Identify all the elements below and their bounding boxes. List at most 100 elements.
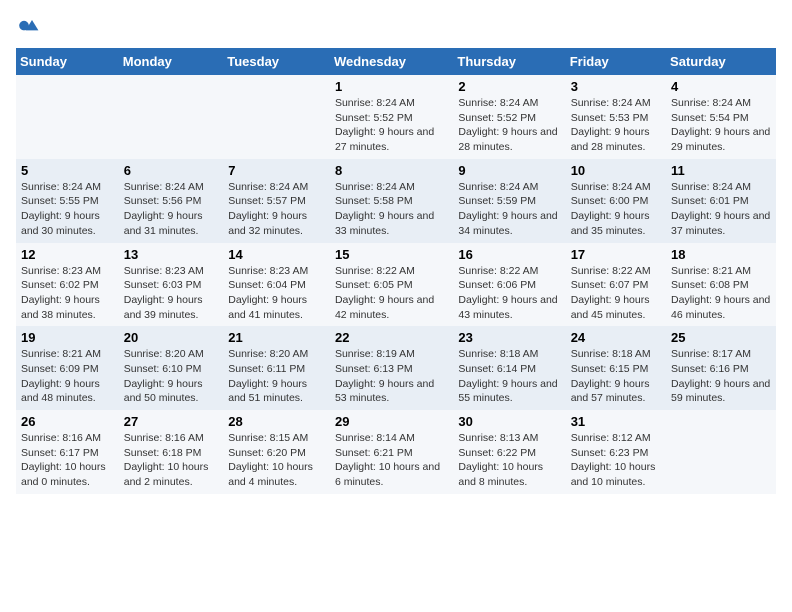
calendar-cell: 10 Sunrise: 8:24 AM Sunset: 6:00 PM Dayli…	[566, 159, 666, 243]
calendar-cell	[119, 75, 224, 159]
cell-content: Sunrise: 8:21 AM Sunset: 6:09 PM Dayligh…	[21, 347, 114, 406]
calendar-cell: 1 Sunrise: 8:24 AM Sunset: 5:52 PM Daylig…	[330, 75, 453, 159]
calendar-week-row: 26Sunrise: 8:16 AM Sunset: 6:17 PM Dayli…	[16, 410, 776, 494]
calendar-cell: 9 Sunrise: 8:24 AM Sunset: 5:59 PM Daylig…	[453, 159, 565, 243]
cell-content: Sunrise: 8:19 AM Sunset: 6:13 PM Dayligh…	[335, 347, 448, 406]
day-number: 12	[21, 247, 114, 262]
cell-content: Sunrise: 8:24 AM Sunset: 5:53 PM Dayligh…	[571, 96, 661, 155]
weekday-header: Saturday	[666, 48, 776, 75]
weekday-header: Sunday	[16, 48, 119, 75]
weekday-header: Wednesday	[330, 48, 453, 75]
day-number: 19	[21, 330, 114, 345]
calendar-body: 1 Sunrise: 8:24 AM Sunset: 5:52 PM Daylig…	[16, 75, 776, 494]
day-number: 8	[335, 163, 448, 178]
cell-content: Sunrise: 8:18 AM Sunset: 6:15 PM Dayligh…	[571, 347, 661, 406]
calendar-cell: 11 Sunrise: 8:24 AM Sunset: 6:01 PM Dayli…	[666, 159, 776, 243]
logo	[16, 16, 42, 40]
day-number: 6	[124, 163, 219, 178]
cell-content: Sunrise: 8:24 AM Sunset: 5:55 PM Dayligh…	[21, 180, 114, 239]
calendar-cell: 12 Sunrise: 8:23 AM Sunset: 6:02 PM Dayli…	[16, 243, 119, 327]
cell-content: Sunrise: 8:20 AM Sunset: 6:10 PM Dayligh…	[124, 347, 219, 406]
calendar-header: SundayMondayTuesdayWednesdayThursdayFrid…	[16, 48, 776, 75]
day-number: 30	[458, 414, 560, 429]
calendar-cell: 5Sunrise: 8:24 AM Sunset: 5:55 PM Daylig…	[16, 159, 119, 243]
weekday-header: Thursday	[453, 48, 565, 75]
calendar-week-row: 19 Sunrise: 8:21 AM Sunset: 6:09 PM Dayli…	[16, 326, 776, 410]
calendar-cell: 28 Sunrise: 8:15 AM Sunset: 6:20 PM Dayli…	[223, 410, 330, 494]
day-number: 11	[671, 163, 771, 178]
day-number: 2	[458, 79, 560, 94]
cell-content: Sunrise: 8:21 AM Sunset: 6:08 PM Dayligh…	[671, 264, 771, 323]
cell-content: Sunrise: 8:18 AM Sunset: 6:14 PM Dayligh…	[458, 347, 560, 406]
calendar-cell: 31Sunrise: 8:12 AM Sunset: 6:23 PM Dayli…	[566, 410, 666, 494]
calendar-cell: 15 Sunrise: 8:22 AM Sunset: 6:05 PM Dayli…	[330, 243, 453, 327]
calendar-cell	[223, 75, 330, 159]
cell-content: Sunrise: 8:23 AM Sunset: 6:02 PM Dayligh…	[21, 264, 114, 323]
day-number: 17	[571, 247, 661, 262]
cell-content: Sunrise: 8:16 AM Sunset: 6:18 PM Dayligh…	[124, 431, 219, 490]
day-number: 7	[228, 163, 325, 178]
cell-content: Sunrise: 8:23 AM Sunset: 6:03 PM Dayligh…	[124, 264, 219, 323]
calendar-cell	[16, 75, 119, 159]
cell-content: Sunrise: 8:24 AM Sunset: 5:54 PM Dayligh…	[671, 96, 771, 155]
calendar-cell: 30 Sunrise: 8:13 AM Sunset: 6:22 PM Dayli…	[453, 410, 565, 494]
calendar-cell: 25 Sunrise: 8:17 AM Sunset: 6:16 PM Dayli…	[666, 326, 776, 410]
day-number: 9	[458, 163, 560, 178]
day-number: 14	[228, 247, 325, 262]
day-number: 1	[335, 79, 448, 94]
cell-content: Sunrise: 8:24 AM Sunset: 6:00 PM Dayligh…	[571, 180, 661, 239]
day-number: 15	[335, 247, 448, 262]
cell-content: Sunrise: 8:22 AM Sunset: 6:06 PM Dayligh…	[458, 264, 560, 323]
cell-content: Sunrise: 8:17 AM Sunset: 6:16 PM Dayligh…	[671, 347, 771, 406]
calendar-week-row: 12 Sunrise: 8:23 AM Sunset: 6:02 PM Dayli…	[16, 243, 776, 327]
day-number: 28	[228, 414, 325, 429]
cell-content: Sunrise: 8:23 AM Sunset: 6:04 PM Dayligh…	[228, 264, 325, 323]
weekday-header: Tuesday	[223, 48, 330, 75]
page-header	[16, 16, 776, 40]
calendar-cell	[666, 410, 776, 494]
calendar-cell: 19 Sunrise: 8:21 AM Sunset: 6:09 PM Dayli…	[16, 326, 119, 410]
calendar-cell: 18Sunrise: 8:21 AM Sunset: 6:08 PM Dayli…	[666, 243, 776, 327]
calendar-cell: 29Sunrise: 8:14 AM Sunset: 6:21 PM Dayli…	[330, 410, 453, 494]
logo-icon	[16, 16, 40, 40]
calendar-table: SundayMondayTuesdayWednesdayThursdayFrid…	[16, 48, 776, 494]
cell-content: Sunrise: 8:24 AM Sunset: 5:52 PM Dayligh…	[335, 96, 448, 155]
weekday-header: Friday	[566, 48, 666, 75]
cell-content: Sunrise: 8:20 AM Sunset: 6:11 PM Dayligh…	[228, 347, 325, 406]
cell-content: Sunrise: 8:24 AM Sunset: 5:52 PM Dayligh…	[458, 96, 560, 155]
calendar-cell: 4 Sunrise: 8:24 AM Sunset: 5:54 PM Daylig…	[666, 75, 776, 159]
calendar-cell: 23 Sunrise: 8:18 AM Sunset: 6:14 PM Dayli…	[453, 326, 565, 410]
cell-content: Sunrise: 8:22 AM Sunset: 6:05 PM Dayligh…	[335, 264, 448, 323]
cell-content: Sunrise: 8:15 AM Sunset: 6:20 PM Dayligh…	[228, 431, 325, 490]
cell-content: Sunrise: 8:24 AM Sunset: 5:58 PM Dayligh…	[335, 180, 448, 239]
cell-content: Sunrise: 8:24 AM Sunset: 5:56 PM Dayligh…	[124, 180, 219, 239]
day-number: 16	[458, 247, 560, 262]
calendar-cell: 24 Sunrise: 8:18 AM Sunset: 6:15 PM Dayli…	[566, 326, 666, 410]
calendar-cell: 13 Sunrise: 8:23 AM Sunset: 6:03 PM Dayli…	[119, 243, 224, 327]
day-number: 25	[671, 330, 771, 345]
cell-content: Sunrise: 8:14 AM Sunset: 6:21 PM Dayligh…	[335, 431, 448, 490]
calendar-cell: 14 Sunrise: 8:23 AM Sunset: 6:04 PM Dayli…	[223, 243, 330, 327]
day-number: 4	[671, 79, 771, 94]
cell-content: Sunrise: 8:24 AM Sunset: 5:59 PM Dayligh…	[458, 180, 560, 239]
day-number: 13	[124, 247, 219, 262]
calendar-cell: 20 Sunrise: 8:20 AM Sunset: 6:10 PM Dayli…	[119, 326, 224, 410]
day-number: 21	[228, 330, 325, 345]
calendar-cell: 26Sunrise: 8:16 AM Sunset: 6:17 PM Dayli…	[16, 410, 119, 494]
day-number: 20	[124, 330, 219, 345]
day-number: 22	[335, 330, 448, 345]
cell-content: Sunrise: 8:22 AM Sunset: 6:07 PM Dayligh…	[571, 264, 661, 323]
day-number: 10	[571, 163, 661, 178]
cell-content: Sunrise: 8:24 AM Sunset: 6:01 PM Dayligh…	[671, 180, 771, 239]
calendar-cell: 17 Sunrise: 8:22 AM Sunset: 6:07 PM Dayli…	[566, 243, 666, 327]
weekday-header: Monday	[119, 48, 224, 75]
calendar-cell: 27Sunrise: 8:16 AM Sunset: 6:18 PM Dayli…	[119, 410, 224, 494]
day-number: 24	[571, 330, 661, 345]
calendar-cell: 16 Sunrise: 8:22 AM Sunset: 6:06 PM Dayli…	[453, 243, 565, 327]
cell-content: Sunrise: 8:13 AM Sunset: 6:22 PM Dayligh…	[458, 431, 560, 490]
cell-content: Sunrise: 8:24 AM Sunset: 5:57 PM Dayligh…	[228, 180, 325, 239]
calendar-cell: 6 Sunrise: 8:24 AM Sunset: 5:56 PM Daylig…	[119, 159, 224, 243]
day-number: 23	[458, 330, 560, 345]
calendar-cell: 22 Sunrise: 8:19 AM Sunset: 6:13 PM Dayli…	[330, 326, 453, 410]
calendar-cell: 3Sunrise: 8:24 AM Sunset: 5:53 PM Daylig…	[566, 75, 666, 159]
